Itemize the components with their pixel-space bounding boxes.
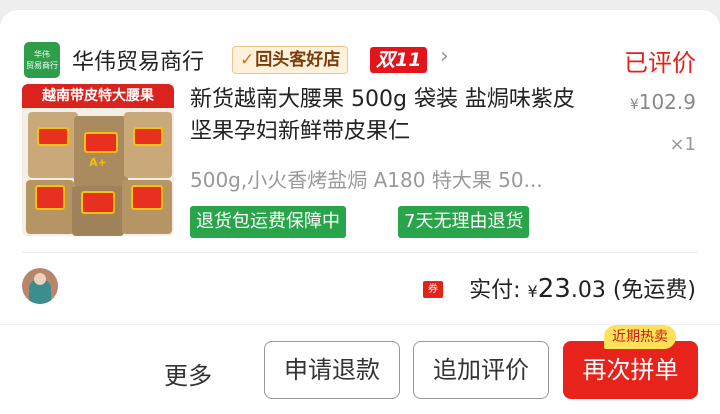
- product-bag-image: A+: [74, 116, 128, 188]
- product-bag-image: [122, 180, 172, 234]
- price-value: 102.9: [638, 90, 696, 114]
- thumbnail-banner: 越南带皮特大腰果: [22, 84, 174, 108]
- hot-selling-badge: 近期热卖: [604, 325, 676, 349]
- coupon-icon: 券: [423, 281, 443, 298]
- check-icon: ✓: [240, 50, 255, 70]
- double11-badge: 双11: [370, 47, 428, 73]
- paid-amount: 实付: ¥23.03 (免运费): [469, 272, 696, 304]
- divider: [22, 252, 698, 253]
- price-currency: ¥: [629, 97, 639, 113]
- product-bag-image: [26, 180, 74, 234]
- shipping-note: (免运费): [612, 278, 696, 303]
- product-quantity: ×1: [669, 134, 696, 155]
- repeat-badge-label: 回头客好店: [255, 50, 341, 70]
- request-refund-button[interactable]: 申请退款: [264, 341, 400, 399]
- repeat-customer-badge: ✓回头客好店: [232, 46, 349, 74]
- shop-logo-line2: 贸易商行: [26, 61, 58, 70]
- product-thumbnail[interactable]: 越南带皮特大腰果 A+: [22, 84, 174, 236]
- reorder-button[interactable]: 再次拼单: [563, 341, 698, 399]
- paid-currency: ¥: [527, 282, 538, 301]
- bag-grade: A+: [89, 156, 107, 170]
- product-bag-image: [124, 112, 172, 178]
- add-review-button[interactable]: 追加评价: [413, 341, 549, 399]
- shop-logo[interactable]: 华伟 贸易商行: [24, 42, 60, 78]
- paid-decimal: .03: [570, 278, 606, 303]
- shop-logo-line1: 华伟: [34, 50, 50, 59]
- avatar[interactable]: [22, 268, 58, 304]
- shop-name[interactable]: 华伟贸易商行: [72, 44, 204, 76]
- product-bag-image: [72, 186, 124, 236]
- product-bag-image: [28, 112, 78, 178]
- order-status: 已评价: [624, 49, 696, 77]
- product-spec: 500g,小火香烤盐焗 A180 特大果 50...: [190, 168, 543, 192]
- seven-day-return-tag: 7天无理由退货: [398, 206, 530, 238]
- more-button[interactable]: 更多: [164, 356, 212, 391]
- product-title[interactable]: 新货越南大腰果 500g 袋装 盐焗味紫皮坚果孕妇新鲜带皮果仁: [190, 84, 590, 148]
- return-shipping-tag: 退货包运费保障中: [190, 206, 346, 238]
- product-price: ¥102.9: [630, 90, 696, 114]
- chevron-right-icon[interactable]: ›: [440, 44, 449, 69]
- paid-label: 实付:: [469, 278, 521, 303]
- paid-integer: 23: [537, 274, 571, 304]
